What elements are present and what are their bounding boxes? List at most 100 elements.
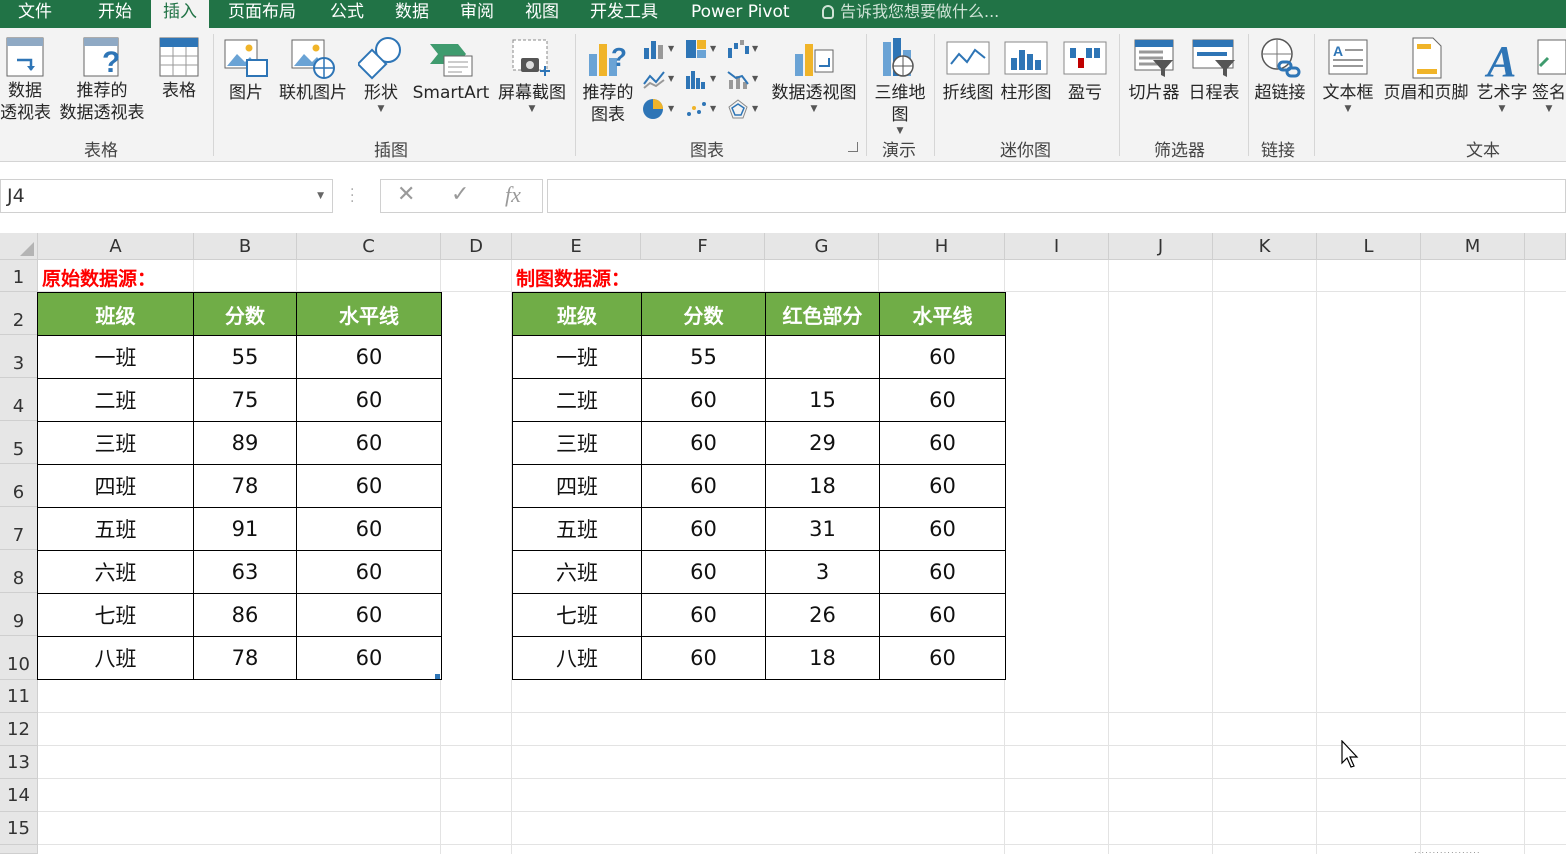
- baseline-cell[interactable]: 60: [879, 378, 1006, 422]
- shapes-button[interactable]: 形状 ▼: [358, 36, 404, 114]
- score-cell[interactable]: 60: [641, 593, 766, 637]
- baseline-cell[interactable]: 60: [296, 593, 442, 637]
- red-part-cell[interactable]: 18: [765, 636, 880, 680]
- class-cell[interactable]: 二班: [37, 378, 194, 422]
- drag-handle-icon[interactable]: · · ·: [350, 183, 354, 209]
- hierarchy-chart-icon[interactable]: [684, 38, 708, 60]
- row-header[interactable]: 3: [0, 335, 38, 378]
- score-cell[interactable]: 75: [193, 378, 297, 422]
- score-cell[interactable]: 60: [641, 636, 766, 680]
- column-chart-icon[interactable]: [642, 38, 666, 60]
- chevron-down-icon[interactable]: ▼: [668, 104, 674, 113]
- class-cell[interactable]: 五班: [512, 507, 642, 551]
- tab-developer[interactable]: 开发工具: [590, 0, 658, 28]
- textbox-button[interactable]: A 文本框 ▼: [1318, 36, 1378, 114]
- row-header[interactable]: 6: [0, 464, 38, 507]
- tab-power-pivot[interactable]: Power Pivot: [691, 0, 790, 28]
- score-cell[interactable]: 60: [641, 378, 766, 422]
- wordart-button[interactable]: A 艺术字 ▼: [1474, 36, 1530, 114]
- column-header[interactable]: I: [1005, 233, 1109, 260]
- baseline-cell[interactable]: 60: [296, 507, 442, 551]
- baseline-cell[interactable]: 60: [879, 593, 1006, 637]
- chevron-down-icon[interactable]: ▼: [710, 104, 716, 113]
- score-cell[interactable]: 91: [193, 507, 297, 551]
- red-part-cell[interactable]: [765, 335, 880, 379]
- baseline-cell[interactable]: 60: [296, 550, 442, 594]
- tab-page-layout[interactable]: 页面布局: [228, 0, 296, 28]
- baseline-cell[interactable]: 60: [879, 335, 1006, 379]
- baseline-cell[interactable]: 60: [296, 421, 442, 465]
- statistic-chart-icon[interactable]: [684, 68, 708, 90]
- pivot-table-button[interactable]: 数据 透视表: [0, 36, 51, 124]
- chevron-down-icon[interactable]: ▼: [710, 74, 716, 83]
- red-part-cell[interactable]: 26: [765, 593, 880, 637]
- tab-data[interactable]: 数据: [395, 0, 429, 28]
- class-cell[interactable]: 八班: [512, 636, 642, 680]
- class-cell[interactable]: 七班: [512, 593, 642, 637]
- red-part-cell[interactable]: 29: [765, 421, 880, 465]
- row-header[interactable]: 2: [0, 292, 38, 335]
- chevron-down-icon[interactable]: ▼: [668, 74, 674, 83]
- baseline-cell[interactable]: 60: [296, 335, 442, 379]
- score-cell[interactable]: 55: [193, 335, 297, 379]
- class-cell[interactable]: 二班: [512, 378, 642, 422]
- 3d-map-button[interactable]: 三维地图 ▼: [872, 36, 928, 136]
- formula-input[interactable]: [547, 179, 1566, 213]
- header-cell[interactable]: 红色部分: [765, 292, 880, 336]
- table-button[interactable]: 表格: [156, 36, 202, 102]
- pie-chart-icon[interactable]: [642, 98, 666, 120]
- row-header[interactable]: 13: [0, 746, 38, 779]
- red-part-cell[interactable]: 3: [765, 550, 880, 594]
- tab-view[interactable]: 视图: [525, 0, 559, 28]
- scatter-chart-icon[interactable]: [684, 98, 708, 120]
- tab-formulas[interactable]: 公式: [330, 0, 364, 28]
- row-header[interactable]: 4: [0, 378, 38, 421]
- tab-insert[interactable]: 插入: [151, 0, 209, 28]
- class-cell[interactable]: 四班: [512, 464, 642, 508]
- screenshot-button[interactable]: 屏幕截图 ▼: [496, 36, 568, 114]
- baseline-cell[interactable]: 60: [296, 464, 442, 508]
- column-header[interactable]: J: [1109, 233, 1213, 260]
- waterfall-chart-icon[interactable]: [726, 38, 750, 60]
- baseline-cell[interactable]: 60: [879, 550, 1006, 594]
- score-cell[interactable]: 78: [193, 636, 297, 680]
- cancel-icon[interactable]: ✕: [397, 182, 415, 207]
- class-cell[interactable]: 三班: [512, 421, 642, 465]
- column-header[interactable]: M: [1421, 233, 1525, 260]
- tell-me-search[interactable]: 告诉我您想要做什么...: [822, 0, 999, 28]
- sparkline-column-button[interactable]: 柱形图: [998, 36, 1054, 104]
- select-all-button[interactable]: [0, 233, 38, 260]
- worksheet-grid[interactable]: A B C D E F G H I J K L M 1 2 3 4 5 6 7 …: [0, 233, 1566, 854]
- sparkline-winloss-button[interactable]: 盈亏: [1060, 36, 1110, 104]
- tab-home[interactable]: 开始: [98, 0, 132, 28]
- row-header[interactable]: 12: [0, 713, 38, 746]
- chevron-down-icon[interactable]: ▼: [752, 74, 758, 83]
- class-cell[interactable]: 一班: [37, 335, 194, 379]
- tab-review[interactable]: 审阅: [460, 0, 494, 28]
- score-cell[interactable]: 60: [641, 421, 766, 465]
- dialog-launcher-icon[interactable]: [848, 142, 858, 152]
- row-header[interactable]: 7: [0, 507, 38, 550]
- class-cell[interactable]: 一班: [512, 335, 642, 379]
- class-cell[interactable]: 五班: [37, 507, 194, 551]
- slicer-button[interactable]: 切片器: [1124, 36, 1184, 104]
- score-cell[interactable]: 78: [193, 464, 297, 508]
- column-header[interactable]: B: [194, 233, 297, 260]
- column-header[interactable]: K: [1213, 233, 1317, 260]
- header-cell[interactable]: 分数: [641, 292, 766, 336]
- recommended-charts-button[interactable]: ? 推荐的 图表: [582, 36, 634, 126]
- row-header[interactable]: 11: [0, 680, 38, 713]
- baseline-cell[interactable]: 60: [296, 636, 442, 680]
- tab-file[interactable]: 文件: [18, 0, 52, 28]
- column-header[interactable]: C: [297, 233, 441, 260]
- class-cell[interactable]: 四班: [37, 464, 194, 508]
- baseline-cell[interactable]: 60: [296, 378, 442, 422]
- chevron-down-icon[interactable]: ▼: [317, 180, 324, 212]
- pivot-chart-button[interactable]: 数据透视图 ▼: [768, 36, 860, 114]
- enter-icon[interactable]: ✓: [451, 182, 469, 207]
- radar-chart-icon[interactable]: [726, 98, 750, 120]
- class-cell[interactable]: 七班: [37, 593, 194, 637]
- score-cell[interactable]: 86: [193, 593, 297, 637]
- row-header[interactable]: 10: [0, 636, 38, 680]
- score-cell[interactable]: 60: [641, 464, 766, 508]
